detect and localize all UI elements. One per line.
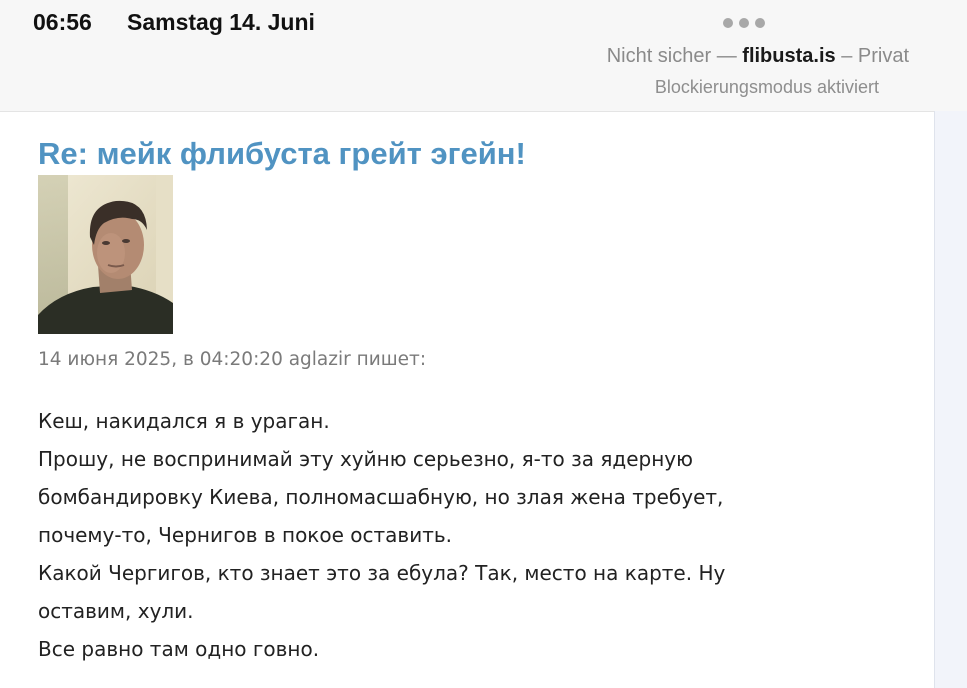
security-warning: Nicht sicher — [606,45,743,67]
post-line: бомбандировку Киева, полномасшабную, но … [38,485,724,509]
post-line: почему-то, Чернигов в покое оставить. [38,523,453,547]
post-line: Прошу, не воспринимай эту хуйню серьезно… [38,447,693,471]
dot [723,18,733,28]
post-body: Кеш, накидался я в ураган. Прошу, не вос… [38,402,918,668]
avatar-photo [38,175,173,334]
dot [755,18,765,28]
private-mode-label: – Privat [835,45,909,67]
address-bar[interactable]: Nicht sicher — flibusta.is – Privat [607,45,909,68]
post-line: Какой Чергигов, кто знает это за ебула? … [38,561,726,585]
browser-top-bar: 06:56 Samstag 14. Juni Nicht sicher — fl… [0,0,967,112]
lockdown-mode-notice: Blockierungsmodus aktiviert [654,77,879,97]
user-avatar[interactable] [38,175,173,334]
address-domain: flibusta.is [742,45,836,67]
post-line: Все равно там одно говно. [38,637,320,661]
post-line: оставим, хули. [38,599,194,623]
status-time: 06:56 [33,9,92,35]
scrollbar-track[interactable] [934,111,967,688]
dot [739,18,749,28]
ellipsis-icon[interactable] [723,18,765,28]
status-date: Samstag 14. Juni [127,9,315,35]
post-title[interactable]: Re: мейк флибуста грейт эгейн! [38,136,526,172]
post-meta: 14 июня 2025, в 04:20:20 aglazir пишет: [38,349,427,370]
post-line: Кеш, накидался я в ураган. [38,409,330,433]
